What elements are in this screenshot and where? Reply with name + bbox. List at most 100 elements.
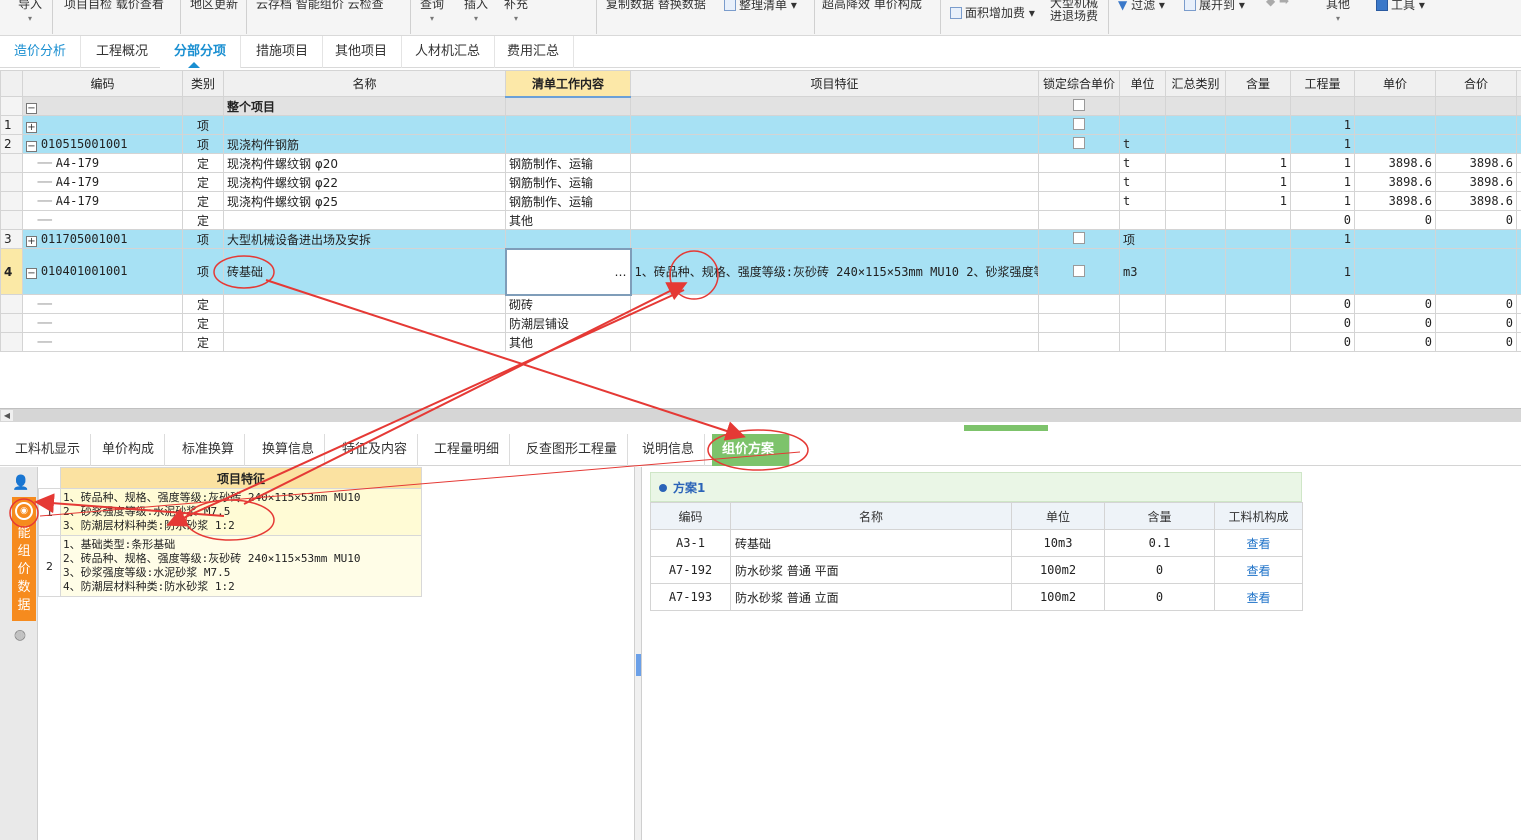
cell-lock[interactable] <box>1038 294 1120 314</box>
cell-content-qty[interactable] <box>1225 210 1291 230</box>
cell-total-price[interactable]: 3898.6 <box>1435 153 1517 173</box>
cell-lock[interactable] <box>1038 229 1120 249</box>
organize-list-button[interactable]: 整理清单 ▾ <box>724 0 797 13</box>
cell-features[interactable] <box>630 210 1039 230</box>
import-button[interactable]: 导入 ▾ <box>18 0 42 23</box>
cell-code[interactable]: ── <box>22 313 183 333</box>
cell-name[interactable] <box>223 313 506 333</box>
cell-lock[interactable] <box>1038 332 1120 352</box>
cell-name[interactable]: 现浇构件螺纹钢 φ20 <box>223 153 506 173</box>
cell-work-content[interactable]: 钢筋制作、运输 <box>505 153 631 173</box>
cell-summary-category[interactable] <box>1165 191 1226 211</box>
cell-total-price[interactable]: 0 <box>1435 313 1517 333</box>
cell-work-content[interactable] <box>505 115 631 135</box>
col-header-work-content[interactable]: 清单工作内容 <box>505 70 631 98</box>
globe-icon[interactable]: ◍ <box>12 627 28 643</box>
cell-code[interactable]: ── <box>22 210 183 230</box>
cell-summary-category[interactable] <box>1165 229 1226 249</box>
col-header-code[interactable]: 编码 <box>22 70 183 97</box>
cell-total-price[interactable] <box>1435 115 1517 135</box>
cell-summary-category[interactable] <box>1165 134 1226 154</box>
cell-work-content[interactable]: 钢筋制作、运输 <box>505 191 631 211</box>
col-header-features[interactable]: 项目特征 <box>630 70 1039 97</box>
supplement-button[interactable]: 补充 ▾ <box>504 0 528 23</box>
cell-features[interactable] <box>630 229 1039 249</box>
col-header-type[interactable]: 类别 <box>182 70 224 97</box>
lock-checkbox[interactable] <box>1073 232 1085 244</box>
scroll-left-arrow-icon[interactable]: ◀ <box>1 410 13 421</box>
price-composition-button[interactable]: 超高降效 单价构成 <box>822 0 922 12</box>
feature-row[interactable]: 2 1、基础类型:条形基础 2、砖品种、规格、强度等级:灰砂砖 240×115×… <box>38 535 422 597</box>
cell-work-content[interactable]: … <box>504 247 632 296</box>
col-header-content-qty[interactable]: 含量 <box>1225 70 1291 97</box>
cell-features[interactable] <box>630 294 1039 314</box>
cell-quantity[interactable]: 1 <box>1290 153 1355 173</box>
horizontal-scrollbar[interactable]: ◀ <box>0 408 1521 422</box>
cell-content-qty[interactable] <box>1225 96 1291 116</box>
user-icon[interactable]: 👤 <box>12 475 29 491</box>
cell-name[interactable]: 大型机械设备进出场及安拆 <box>223 229 506 249</box>
cell-code[interactable]: ── A4-179 <box>22 172 183 192</box>
grid-row[interactable]: ── 定其他 0 0 0 <box>0 332 1521 352</box>
check-price-button[interactable]: 项目自检 载价查看 <box>64 0 164 12</box>
cell-total-price[interactable]: 0 <box>1435 332 1517 352</box>
cell-type[interactable]: 定 <box>182 191 224 211</box>
tab-unit-price-composition[interactable]: 单价构成 <box>92 434 166 466</box>
plan-row[interactable]: A7-192 防水砂浆 普通 平面 100m2 0 查看 <box>650 556 1303 584</box>
cell-unit[interactable] <box>1119 332 1166 352</box>
cell-content-qty[interactable] <box>1225 248 1291 295</box>
cell-content-qty[interactable]: 1 <box>1225 153 1291 173</box>
grid-row[interactable]: ── 定防潮层铺设 0 0 0 <box>0 313 1521 333</box>
cell-total-price[interactable] <box>1435 229 1517 249</box>
cell-work-content[interactable] <box>505 134 631 154</box>
cell-type[interactable]: 定 <box>182 153 224 173</box>
cell-code[interactable]: ── A4-179 <box>22 153 183 173</box>
cell-quantity[interactable]: 0 <box>1290 332 1355 352</box>
cell-summary-category[interactable] <box>1165 248 1226 295</box>
tab-measures[interactable]: 措施项目 <box>242 36 324 68</box>
col-header-total-price[interactable]: 合价 <box>1435 70 1517 97</box>
cell-summary-category[interactable] <box>1165 153 1226 173</box>
cell-unit-price[interactable] <box>1354 96 1436 116</box>
cell-total-price[interactable]: 3898.6 <box>1435 172 1517 192</box>
collapse-icon[interactable]: − <box>26 102 37 114</box>
cell-features[interactable] <box>630 134 1039 154</box>
cell-unit-price[interactable] <box>1354 134 1436 154</box>
splitter-handle[interactable] <box>636 654 641 676</box>
cell-features[interactable] <box>630 153 1039 173</box>
panel-splitter-handle[interactable] <box>964 425 1048 431</box>
cell-quantity[interactable]: 0 <box>1290 210 1355 230</box>
cell-features[interactable] <box>630 332 1039 352</box>
cell-type[interactable]: 项 <box>182 134 224 154</box>
cell-total-price[interactable] <box>1435 134 1517 154</box>
cell-name[interactable] <box>223 210 506 230</box>
cell-summary-category[interactable] <box>1165 115 1226 135</box>
cell-quantity[interactable]: 1 <box>1290 134 1355 154</box>
cell-code[interactable]: + <box>22 115 183 135</box>
cell-total-price[interactable] <box>1435 248 1517 295</box>
cell-lock[interactable] <box>1038 313 1120 333</box>
cell-unit-price[interactable]: 3898.6 <box>1354 191 1436 211</box>
grid-row[interactable]: 1 + 项1 <box>0 115 1521 135</box>
grid-row[interactable]: ── 定其他 0 0 0 <box>0 210 1521 230</box>
row-number[interactable] <box>0 210 23 230</box>
cell-features[interactable] <box>630 96 1039 116</box>
tab-project-overview[interactable]: 工程概况 <box>82 36 164 68</box>
tools-button[interactable]: 工具 ▾ <box>1376 0 1425 13</box>
cell-unit-price[interactable] <box>1354 229 1436 249</box>
tab-other-items[interactable]: 其他项目 <box>321 36 403 68</box>
area-fee-button[interactable]: 面积增加费 ▾ <box>950 4 1035 21</box>
cell-content-qty[interactable]: 1 <box>1225 191 1291 211</box>
row-number[interactable] <box>0 332 23 352</box>
insert-button[interactable]: 插入 ▾ <box>464 0 488 23</box>
cell-lock[interactable] <box>1038 115 1120 135</box>
tab-labor-material-display[interactable]: 工料机显示 <box>5 434 92 466</box>
feature-row[interactable]: 1 1、砖品种、规格、强度等级:灰砂砖 240×115×53mm MU10 2、… <box>38 488 422 536</box>
cell-code[interactable]: ── <box>22 294 183 314</box>
cell-content-qty[interactable] <box>1225 115 1291 135</box>
cell-lock[interactable] <box>1038 191 1120 211</box>
cell-features[interactable] <box>630 172 1039 192</box>
row-number[interactable]: 4 <box>0 248 23 295</box>
cell-unit[interactable]: t <box>1119 153 1166 173</box>
tab-reverse-check-quantity[interactable]: 反查图形工程量 <box>516 434 629 466</box>
